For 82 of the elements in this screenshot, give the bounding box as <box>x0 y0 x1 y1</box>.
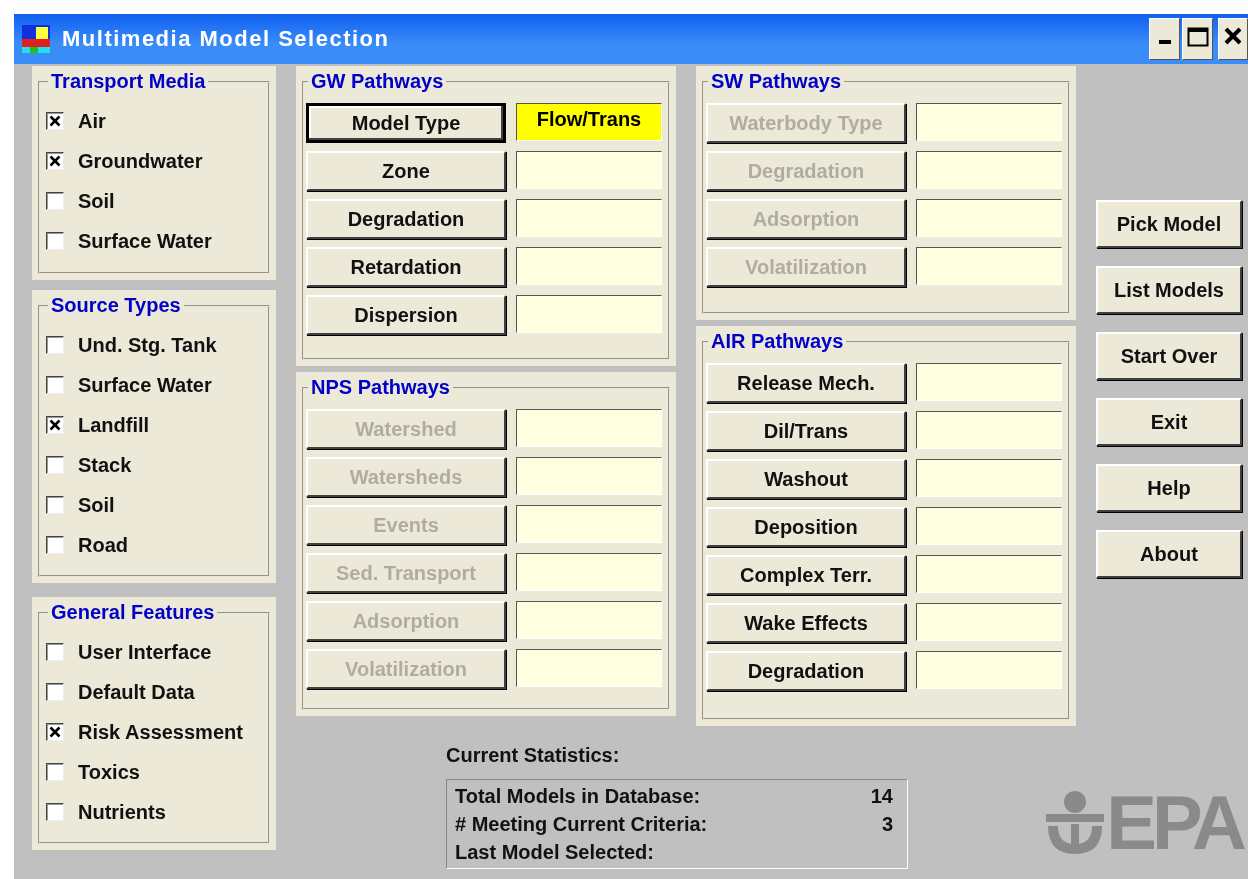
maximize-icon <box>1186 27 1209 47</box>
checkbox[interactable] <box>46 723 64 741</box>
group-title: General Features <box>50 601 216 624</box>
action-button[interactable]: Start Over <box>1096 332 1242 380</box>
pathway-button[interactable]: Washout <box>706 459 906 499</box>
pathway-button[interactable]: Degradation <box>706 651 906 691</box>
minimize-icon <box>1158 40 1171 44</box>
value-field[interactable] <box>516 247 662 285</box>
checkbox[interactable] <box>46 376 64 394</box>
value-field[interactable] <box>916 555 1062 593</box>
pathway-button[interactable]: Degradation <box>306 199 506 239</box>
value-field[interactable] <box>516 151 662 189</box>
checkbox-label[interactable]: Soil <box>78 189 115 213</box>
action-button[interactable]: Exit <box>1096 398 1242 446</box>
pathway-button[interactable]: Dil/Trans <box>706 411 906 451</box>
checkbox[interactable] <box>46 232 64 250</box>
group-title: GW Pathways <box>310 70 445 93</box>
checkbox-label[interactable]: Risk Assessment <box>78 720 243 744</box>
value-field[interactable] <box>916 459 1062 497</box>
checkbox-label[interactable]: Groundwater <box>78 149 203 173</box>
checkbox[interactable] <box>46 456 64 474</box>
value-field[interactable] <box>916 651 1062 689</box>
maximize-button[interactable] <box>1182 18 1213 60</box>
pathway-button[interactable]: Complex Terr. <box>706 555 906 595</box>
value-field[interactable] <box>516 295 662 333</box>
pathway-button[interactable]: Model Type <box>306 103 506 143</box>
value-field[interactable] <box>916 507 1062 545</box>
checkbox-label[interactable]: Toxics <box>78 760 140 784</box>
checkbox-label[interactable]: Road <box>78 533 128 557</box>
pathway-button[interactable]: Retardation <box>306 247 506 287</box>
value-field[interactable] <box>916 411 1062 449</box>
close-icon <box>1224 27 1242 45</box>
action-button[interactable]: About <box>1096 530 1242 578</box>
value-field[interactable]: Flow/Trans <box>516 103 662 141</box>
checkbox-label[interactable]: Air <box>78 109 106 133</box>
statistic-label: Last Model Selected: <box>455 840 654 865</box>
group-title: AIR Pathways <box>710 330 845 353</box>
checkbox[interactable] <box>46 112 64 130</box>
checkbox-label[interactable]: Nutrients <box>78 800 166 824</box>
app-icon <box>22 25 50 53</box>
checkbox[interactable] <box>46 336 64 354</box>
close-button[interactable] <box>1218 18 1248 60</box>
pathway-button[interactable]: Zone <box>306 151 506 191</box>
statistics-title: Current Statistics: <box>446 744 621 767</box>
action-button[interactable]: Pick Model <box>1096 200 1242 248</box>
statistic-value: 14 <box>870 784 893 809</box>
action-button[interactable]: Help <box>1096 464 1242 512</box>
checkbox[interactable] <box>46 643 64 661</box>
checkbox[interactable] <box>46 763 64 781</box>
checkbox[interactable] <box>46 192 64 210</box>
checkbox-label[interactable]: Landfill <box>78 413 150 437</box>
pathway-button[interactable]: Wake Effects <box>706 603 906 643</box>
checkbox-label[interactable]: User Interface <box>78 640 212 664</box>
flower-logo-icon <box>1044 790 1107 856</box>
checkbox[interactable] <box>46 152 64 170</box>
minimize-button[interactable] <box>1149 18 1180 60</box>
value-field[interactable] <box>516 199 662 237</box>
group-title: NPS Pathways <box>310 376 451 399</box>
checkbox-label[interactable]: Surface Water <box>78 373 212 397</box>
checkbox-label[interactable]: Stack <box>78 453 132 477</box>
group-title: Transport Media <box>50 70 207 93</box>
pathway-button[interactable]: Deposition <box>706 507 906 547</box>
pathway-button[interactable]: Dispersion <box>306 295 506 335</box>
group-title: SW Pathways <box>710 70 843 93</box>
action-button[interactable]: List Models <box>1096 266 1242 314</box>
window-title: Multimedia Model Selection <box>62 26 390 52</box>
group-title: Source Types <box>50 294 182 317</box>
pathway-button[interactable]: Release Mech. <box>706 363 906 403</box>
statistic-value: 3 <box>881 812 893 837</box>
value-field[interactable] <box>916 603 1062 641</box>
checkbox[interactable] <box>46 803 64 821</box>
checkbox-label[interactable]: Default Data <box>78 680 195 704</box>
checkbox[interactable] <box>46 536 64 554</box>
checkbox[interactable] <box>46 416 64 434</box>
checkbox[interactable] <box>46 496 64 514</box>
value-field[interactable] <box>916 363 1062 401</box>
checkbox-label[interactable]: Soil <box>78 493 115 517</box>
checkbox-label[interactable]: Surface Water <box>78 229 212 253</box>
statistic-label: Total Models in Database: <box>455 784 701 809</box>
checkbox[interactable] <box>46 683 64 701</box>
checkbox-label[interactable]: Und. Stg. Tank <box>78 333 217 357</box>
statistic-label: # Meeting Current Criteria: <box>455 812 708 837</box>
